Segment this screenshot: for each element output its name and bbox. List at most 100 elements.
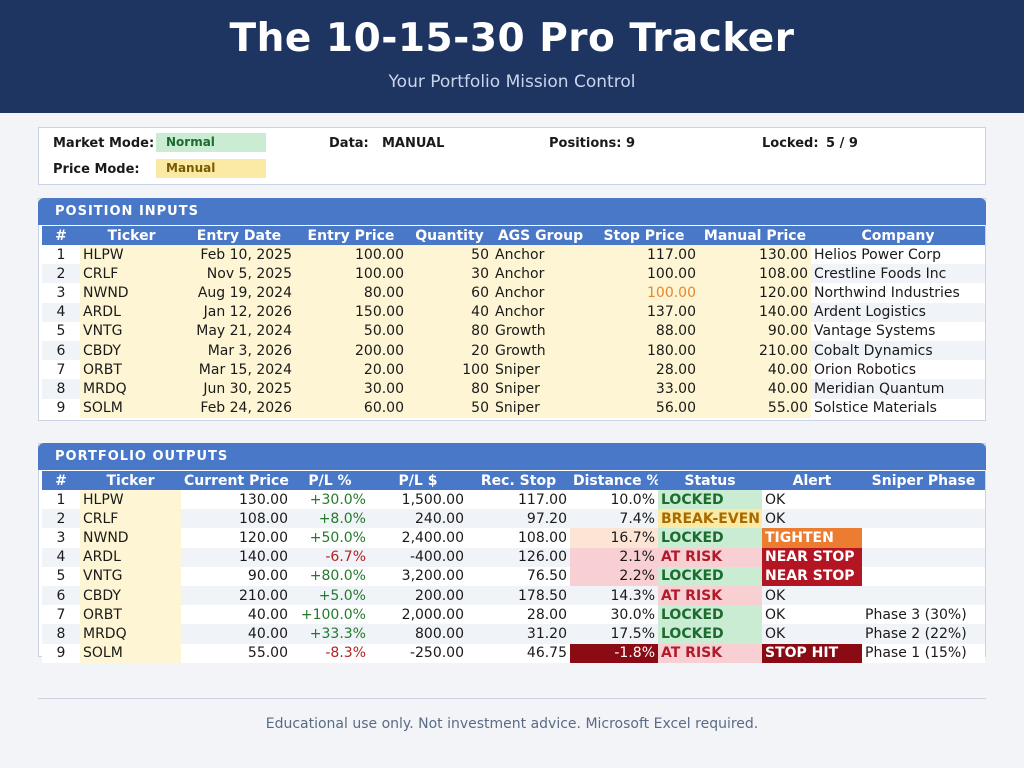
sniper-phase-cell[interactable] — [862, 566, 985, 586]
pl-percent-cell[interactable]: +8.0% — [291, 509, 369, 529]
output-row[interactable]: 8 MRDQ 40.00 +33.3% 800.00 31.20 17.5% LOCKED OK… — [42, 624, 985, 644]
pl-dollar-cell[interactable]: 3,200.00 — [369, 566, 467, 586]
rec-stop-cell[interactable]: 76.50 — [467, 566, 570, 586]
current-price-cell[interactable]: 55.00 — [181, 643, 291, 663]
current-price-cell[interactable]: 120.00 — [181, 528, 291, 548]
entry-date-cell[interactable]: Jun 30, 2025 — [183, 379, 295, 399]
distance-cell[interactable]: 2.1% — [570, 547, 658, 567]
col-quantity[interactable]: Quantity — [407, 226, 492, 245]
stop-price-cell[interactable]: 88.00 — [589, 321, 699, 341]
ticker-cell[interactable]: SOLM — [80, 398, 183, 418]
sniper-phase-cell[interactable] — [862, 490, 985, 510]
input-row[interactable]: 3 NWND Aug 19, 2024 80.00 60 Anchor 100.00 120.… — [42, 283, 985, 303]
col-company[interactable]: Company — [811, 226, 985, 245]
row-number[interactable]: 1 — [42, 245, 80, 265]
status-cell[interactable]: AT RISK — [658, 547, 762, 567]
status-cell[interactable]: LOCKED — [658, 624, 762, 644]
row-number[interactable]: 2 — [42, 509, 80, 529]
output-row[interactable]: 5 VNTG 90.00 +80.0% 3,200.00 76.50 2.2% LOCKED N… — [42, 566, 985, 586]
status-cell[interactable]: LOCKED — [658, 528, 762, 548]
stop-price-cell[interactable]: 33.00 — [589, 379, 699, 399]
status-cell[interactable]: LOCKED — [658, 605, 762, 625]
distance-cell[interactable]: 7.4% — [570, 509, 658, 529]
col-entry-price[interactable]: Entry Price — [295, 226, 407, 245]
distance-cell[interactable]: 17.5% — [570, 624, 658, 644]
pl-percent-cell[interactable]: +80.0% — [291, 566, 369, 586]
pl-dollar-cell[interactable]: 1,500.00 — [369, 490, 467, 510]
entry-price-cell[interactable]: 100.00 — [295, 245, 407, 265]
ags-group-cell[interactable]: Sniper — [492, 398, 589, 418]
entry-price-cell[interactable]: 60.00 — [295, 398, 407, 418]
col-entry-date[interactable]: Entry Date — [183, 226, 295, 245]
stop-price-cell[interactable]: 180.00 — [589, 340, 699, 361]
current-price-cell[interactable]: 40.00 — [181, 605, 291, 625]
input-row[interactable]: 4 ARDL Jan 12, 2026 150.00 40 Anchor 137.00 140… — [42, 302, 985, 322]
entry-price-cell[interactable]: 30.00 — [295, 379, 407, 399]
status-cell[interactable]: AT RISK — [658, 585, 762, 606]
col-pl-dollar[interactable]: P/L $ — [369, 471, 467, 490]
current-price-cell[interactable]: 90.00 — [181, 566, 291, 586]
stop-price-cell[interactable]: 100.00 — [589, 283, 699, 303]
alert-cell[interactable]: OK — [762, 605, 862, 625]
ticker-cell[interactable]: CRLF — [80, 264, 183, 284]
row-number[interactable]: 9 — [42, 643, 80, 663]
ags-group-cell[interactable]: Anchor — [492, 245, 589, 265]
col-status[interactable]: Status — [658, 471, 762, 490]
col-pl-percent[interactable]: P/L % — [291, 471, 369, 490]
sniper-phase-cell[interactable] — [862, 547, 985, 567]
row-number[interactable]: 9 — [42, 398, 80, 418]
ticker-cell[interactable]: VNTG — [80, 321, 183, 341]
output-row[interactable]: 1 HLPW 130.00 +30.0% 1,500.00 117.00 10.0% LOCK… — [42, 490, 985, 510]
row-number[interactable]: 4 — [42, 302, 80, 322]
entry-date-cell[interactable]: Feb 24, 2026 — [183, 398, 295, 418]
rec-stop-cell[interactable]: 31.20 — [467, 624, 570, 644]
manual-price-cell[interactable]: 120.00 — [699, 283, 811, 303]
stop-price-cell[interactable]: 137.00 — [589, 302, 699, 322]
pl-dollar-cell[interactable]: 2,400.00 — [369, 528, 467, 548]
col-alert[interactable]: Alert — [762, 471, 862, 490]
quantity-cell[interactable]: 60 — [407, 283, 492, 303]
manual-price-cell[interactable]: 40.00 — [699, 379, 811, 399]
row-number[interactable]: 3 — [42, 528, 80, 548]
manual-price-cell[interactable]: 130.00 — [699, 245, 811, 265]
market-mode-value[interactable]: Normal — [156, 133, 266, 152]
output-row[interactable]: 3 NWND 120.00 +50.0% 2,400.00 108.00 16.7% LOCK… — [42, 528, 985, 548]
current-price-cell[interactable]: 130.00 — [181, 490, 291, 510]
quantity-cell[interactable]: 50 — [407, 398, 492, 418]
status-cell[interactable]: AT RISK — [658, 643, 762, 663]
entry-price-cell[interactable]: 50.00 — [295, 321, 407, 341]
distance-cell[interactable]: 14.3% — [570, 585, 658, 606]
ticker-cell[interactable]: CRLF — [80, 509, 181, 529]
stop-price-cell[interactable]: 100.00 — [589, 264, 699, 284]
ticker-cell[interactable]: MRDQ — [80, 624, 181, 644]
ticker-cell[interactable]: CBDY — [80, 585, 181, 606]
entry-date-cell[interactable]: Mar 3, 2026 — [183, 340, 295, 361]
input-row[interactable]: 9 SOLM Feb 24, 2026 60.00 50 Sniper 56.00 55.00… — [42, 398, 985, 418]
manual-price-cell[interactable]: 90.00 — [699, 321, 811, 341]
company-cell[interactable]: Solstice Materials — [811, 398, 985, 418]
entry-date-cell[interactable]: Feb 10, 2025 — [183, 245, 295, 265]
company-cell[interactable]: Orion Robotics — [811, 360, 985, 380]
quantity-cell[interactable]: 100 — [407, 360, 492, 380]
ags-group-cell[interactable]: Growth — [492, 340, 589, 361]
entry-date-cell[interactable]: Mar 15, 2024 — [183, 360, 295, 380]
output-row[interactable]: 9 SOLM 55.00 -8.3% -250.00 46.75 -1.8% AT RISK S… — [42, 643, 985, 663]
col-number[interactable]: # — [42, 471, 80, 490]
pl-dollar-cell[interactable]: 200.00 — [369, 585, 467, 606]
pl-percent-cell[interactable]: +50.0% — [291, 528, 369, 548]
current-price-cell[interactable]: 40.00 — [181, 624, 291, 644]
entry-price-cell[interactable]: 20.00 — [295, 360, 407, 380]
manual-price-cell[interactable]: 210.00 — [699, 340, 811, 361]
current-price-cell[interactable]: 108.00 — [181, 509, 291, 529]
sniper-phase-cell[interactable] — [862, 509, 985, 529]
sniper-phase-cell[interactable] — [862, 528, 985, 548]
status-cell[interactable]: LOCKED — [658, 566, 762, 586]
entry-price-cell[interactable]: 200.00 — [295, 340, 407, 361]
company-cell[interactable]: Crestline Foods Inc — [811, 264, 985, 284]
price-mode-value[interactable]: Manual — [156, 159, 266, 178]
quantity-cell[interactable]: 40 — [407, 302, 492, 322]
company-cell[interactable]: Ardent Logistics — [811, 302, 985, 322]
entry-date-cell[interactable]: Aug 19, 2024 — [183, 283, 295, 303]
ticker-cell[interactable]: HLPW — [80, 245, 183, 265]
pl-percent-cell[interactable]: -6.7% — [291, 547, 369, 567]
